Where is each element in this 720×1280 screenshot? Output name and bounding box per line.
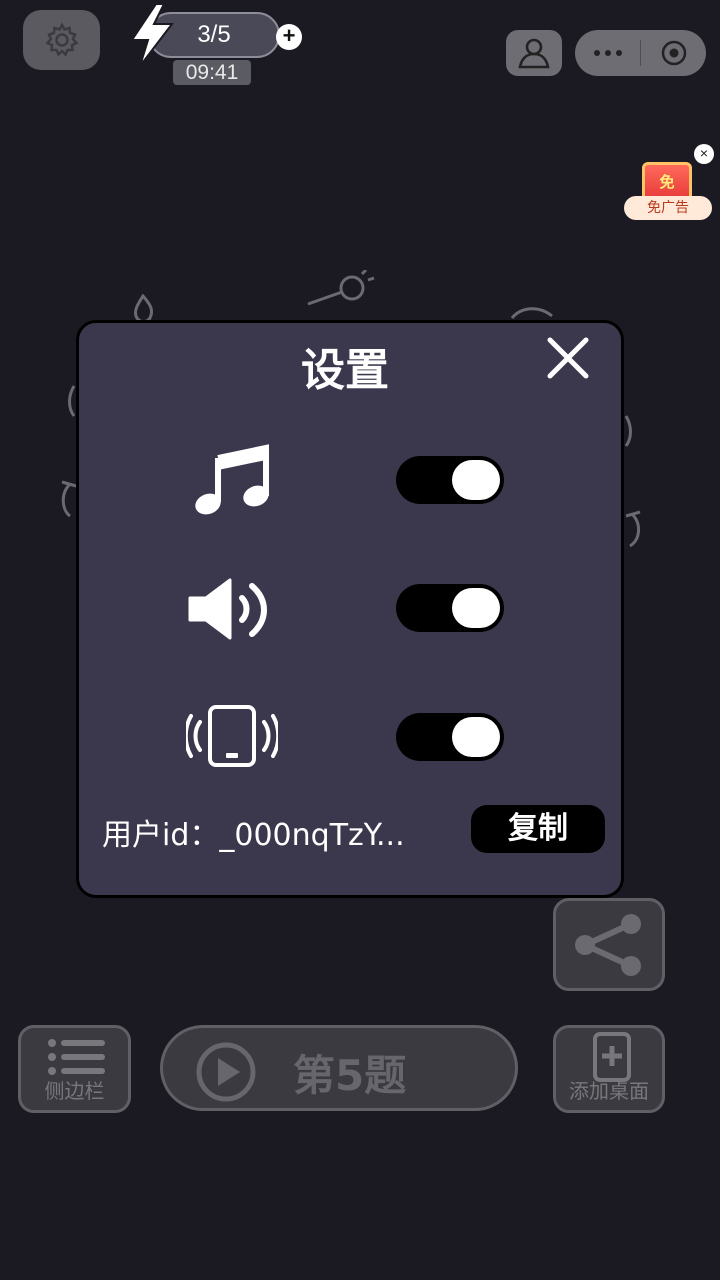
mini-program-capsule — [575, 30, 706, 76]
toggle-knob — [452, 460, 500, 500]
play-icon — [196, 1042, 256, 1102]
add-to-desktop-button[interactable]: 添加桌面 — [553, 1025, 665, 1113]
sidebar-button[interactable]: 侧边栏 — [18, 1025, 131, 1113]
music-note-icon — [195, 444, 269, 515]
level-label: 第5题 — [293, 1051, 407, 1100]
vibration-phone-icon — [186, 705, 278, 767]
play-level-button[interactable]: 第5题 — [160, 1025, 518, 1111]
energy-timer: 09:41 — [173, 60, 251, 85]
dot-icon — [604, 50, 611, 56]
close-icon[interactable] — [545, 335, 591, 381]
more-menu-button[interactable] — [575, 30, 640, 76]
sidebar-label: 侧边栏 — [44, 1079, 105, 1103]
vibration-toggle[interactable] — [396, 713, 504, 761]
toggle-knob — [452, 717, 500, 757]
speaker-icon — [188, 578, 267, 640]
gear-icon — [44, 22, 79, 57]
settings-button[interactable] — [23, 10, 100, 70]
magnifier-doodle-icon — [307, 270, 375, 306]
copy-button[interactable]: 复制 — [471, 805, 605, 853]
close-icon[interactable]: × — [694, 144, 714, 164]
dot-icon — [593, 50, 600, 56]
share-icon — [575, 913, 641, 976]
dot-icon — [615, 50, 622, 56]
toggle-knob — [452, 588, 500, 628]
add-desktop-label: 添加桌面 — [569, 1079, 649, 1103]
sound-toggle[interactable] — [396, 584, 504, 632]
lightning-icon — [130, 3, 175, 67]
add-energy-button[interactable]: + — [276, 24, 302, 50]
music-toggle[interactable] — [396, 456, 504, 504]
energy-counter[interactable]: 3/5 + 09:41 — [126, 2, 316, 92]
remove-ads-button[interactable]: 免 免广告 × — [622, 144, 714, 228]
profile-button[interactable] — [506, 30, 562, 76]
user-id-text: 用户id：_000nqTzY... — [102, 818, 405, 853]
close-mini-program-button[interactable] — [641, 38, 706, 68]
share-button[interactable] — [553, 898, 665, 991]
target-circle-icon — [661, 40, 686, 66]
list-icon — [48, 1039, 105, 1075]
no-ad-label: 免广告 — [624, 196, 712, 220]
person-icon — [518, 38, 550, 69]
